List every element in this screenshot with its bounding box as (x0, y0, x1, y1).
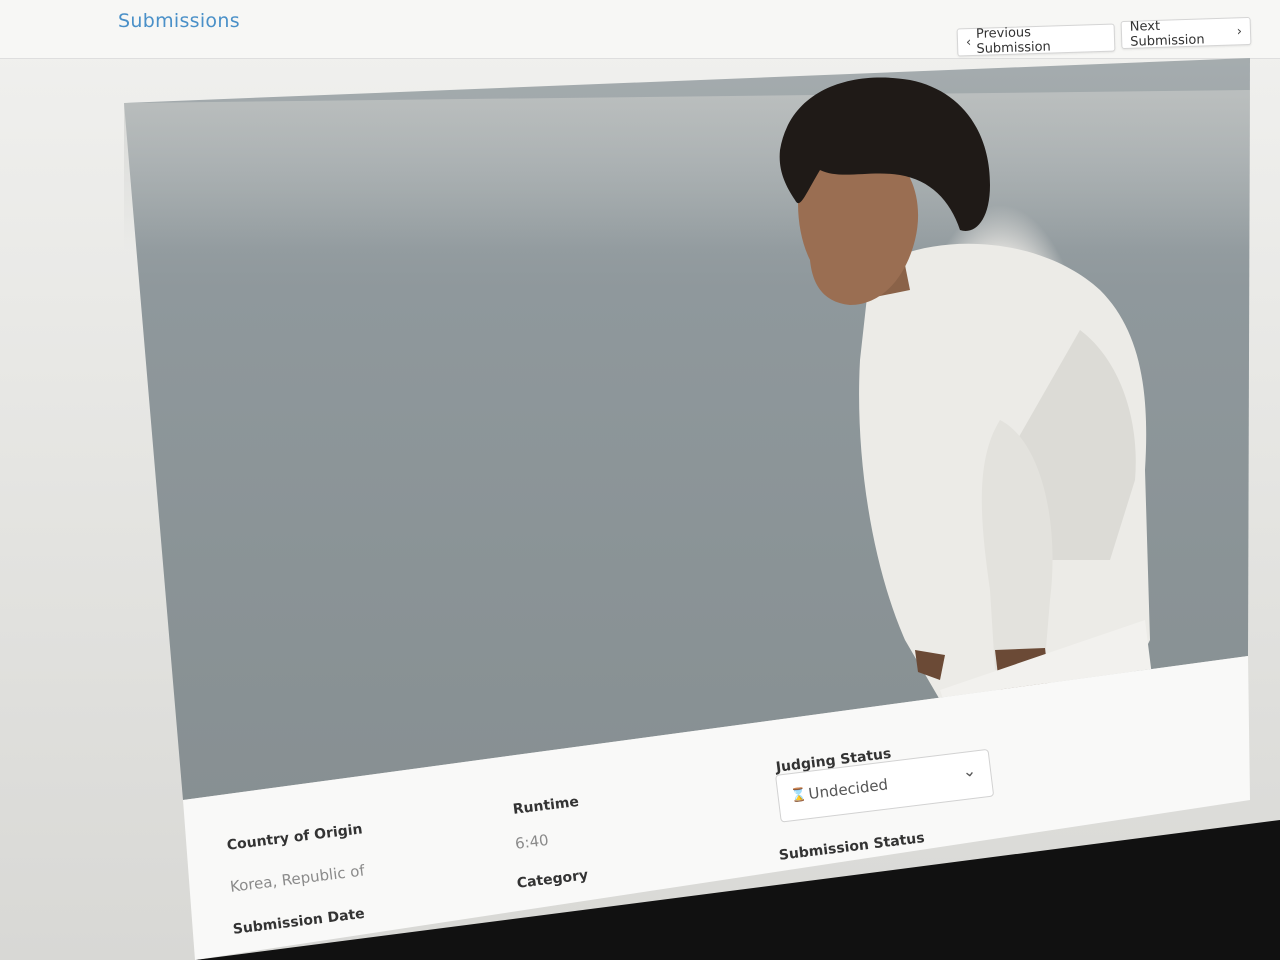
runtime-label: Runtime (512, 793, 580, 818)
submission-date-label: Submission Date (232, 905, 366, 938)
country-of-origin-value: Korea, Republic of (229, 861, 366, 896)
hourglass-icon: ⌛ (789, 787, 808, 805)
category-label: Category (516, 867, 590, 892)
runtime-value: 6:40 (514, 830, 550, 853)
chevron-down-icon: ⌄ (961, 760, 978, 782)
judging-status-value: Undecided (807, 775, 889, 803)
country-of-origin-label: Country of Origin (226, 821, 364, 854)
